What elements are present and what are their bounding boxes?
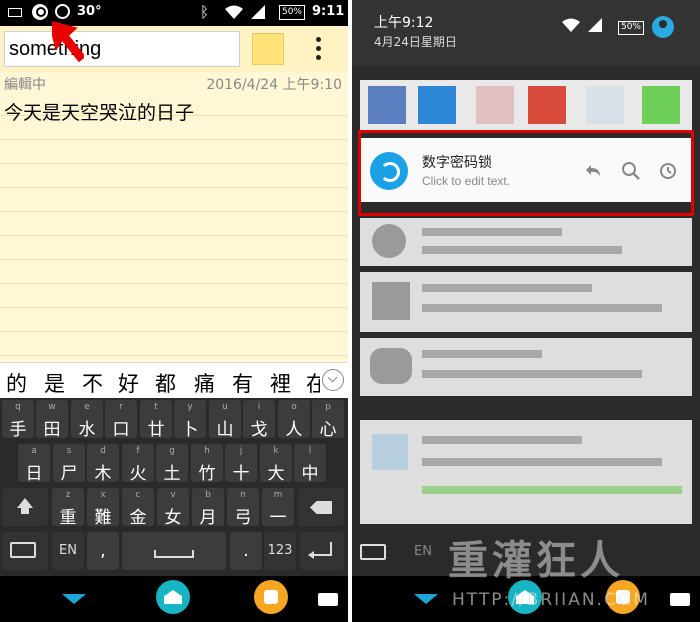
key[interactable]: g土 [156,444,188,484]
user-avatar-icon[interactable] [652,16,674,38]
language-key: EN [414,544,432,559]
keyboard-switch-icon [360,544,386,560]
quick-settings-row [360,80,692,130]
signal-icon [251,5,265,19]
left-phone-screen: 30° ᛒ 50% 9:11 something 編輯中 2016/4/24 上… [0,0,348,622]
key[interactable]: h竹 [191,444,223,484]
language-key[interactable]: EN [52,532,84,570]
quick-tile[interactable] [418,86,456,124]
candidate-word[interactable]: 在 [306,368,320,398]
key[interactable]: v女 [157,488,189,528]
key[interactable]: z重 [52,488,84,528]
enter-key[interactable] [300,532,344,570]
blurred-notification [360,420,692,524]
candidate-word[interactable]: 的 [6,368,27,398]
candidate-bar: 的 是 不 好 都 痛 有 裡 在 [0,362,348,398]
key[interactable]: m一 [262,488,294,528]
key[interactable]: n弓 [227,488,259,528]
candidate-word[interactable]: 都 [155,368,176,398]
key[interactable]: u山 [209,400,241,440]
keyboard-icon[interactable] [670,593,690,606]
period-key[interactable]: . [230,532,262,570]
note-date: 2016/4/24 上午9:10 [206,77,342,93]
blurred-notification [360,338,692,396]
candidate-word[interactable]: 是 [44,368,65,398]
blurred-notification [360,272,692,332]
shift-key[interactable] [2,488,48,526]
wifi-icon [225,5,243,19]
date-label: 4月24日星期日 [374,35,457,49]
key[interactable]: r口 [105,400,137,440]
key[interactable]: d木 [87,444,119,484]
key[interactable]: q手 [2,400,34,440]
battery-icon: 50% [279,5,305,20]
space-icon [154,550,194,558]
key[interactable]: w田 [36,400,68,440]
quick-tile[interactable] [642,86,680,124]
quick-tile[interactable] [476,86,514,124]
key[interactable]: t廿 [140,400,172,440]
space-key[interactable] [122,532,226,570]
keyboard-icon[interactable] [318,593,338,606]
highlight-box [358,130,694,216]
key[interactable]: o人 [278,400,310,440]
key[interactable]: y卜 [174,400,206,440]
clock: 9:11 [312,4,345,19]
numbers-key[interactable]: 123 [264,532,296,570]
signal-icon [588,18,602,32]
search-icon[interactable] [32,4,48,20]
shift-icon [17,498,33,514]
right-phone-screen: 上午9:12 4月24日星期日 50% 数字密码锁 Click to edit … [352,0,700,622]
backspace-key[interactable] [298,488,344,526]
key[interactable]: c金 [122,488,154,528]
recent-apps-icon[interactable] [254,580,288,614]
keyboard-switch-icon [10,542,36,558]
key[interactable]: p心 [312,400,344,440]
blurred-notification [360,218,692,266]
note-color-button[interactable] [252,33,284,65]
candidate-word[interactable]: 不 [82,368,103,398]
comma-key[interactable]: , [87,532,119,570]
edit-state-label: 編輯中 [4,77,46,93]
back-down-icon[interactable] [414,594,438,604]
quick-tile[interactable] [528,86,566,124]
keyboard: q手 w田 e水 r口 t廿 y卜 u山 i戈 o人 p心 a日 s尸 d木 f… [0,398,348,576]
keyboard-icon [8,8,22,17]
candidate-word[interactable]: 有 [232,368,253,398]
more-options-icon[interactable] [316,37,322,63]
key[interactable]: x難 [87,488,119,528]
navigation-bar [0,576,348,622]
input-method-key[interactable] [2,532,48,570]
note-body-text[interactable]: 今天是天空哭泣的日子 [4,98,194,125]
quick-tile[interactable] [368,86,406,124]
wifi-icon [562,18,580,32]
pointer-arrow-icon [52,19,84,63]
key[interactable]: a日 [18,444,50,484]
note-title-input[interactable]: something [4,31,240,67]
enter-icon [308,542,332,559]
key[interactable]: e水 [71,400,103,440]
expand-candidates-icon[interactable] [322,369,344,391]
key[interactable]: l中 [294,444,326,484]
home-icon[interactable] [156,580,190,614]
candidate-word[interactable]: 裡 [270,368,291,398]
key[interactable]: j十 [225,444,257,484]
quick-tile[interactable] [586,86,624,124]
note-body-area[interactable]: 今天是天空哭泣的日子 [0,92,348,362]
key[interactable]: k大 [260,444,292,484]
key[interactable]: b月 [192,488,224,528]
clock: 上午9:12 [374,15,434,31]
back-down-icon[interactable] [62,594,86,604]
watermark-url: HTTP://BRIIAN.COM [452,590,650,610]
candidate-word[interactable]: 痛 [194,368,215,398]
watermark-text: 重灌狂人 [448,537,624,584]
battery-icon: 50% [618,21,644,35]
backspace-icon [310,501,332,514]
key[interactable]: s尸 [53,444,85,484]
bluetooth-icon: ᛒ [200,3,210,21]
key[interactable]: f火 [122,444,154,484]
candidate-word[interactable]: 好 [118,368,139,398]
notification-header: 上午9:12 4月24日星期日 50% [352,0,700,66]
key[interactable]: i戈 [243,400,275,440]
